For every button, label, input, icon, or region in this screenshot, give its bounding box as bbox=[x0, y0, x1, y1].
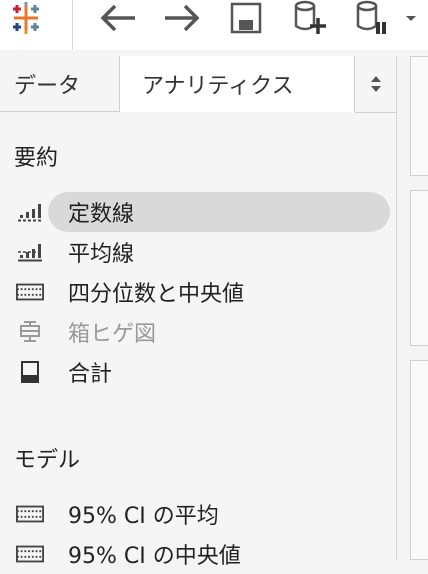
average-line-icon bbox=[16, 240, 44, 264]
tab-analytics[interactable]: アナリティクス bbox=[119, 56, 355, 112]
tab-dropdown-button[interactable] bbox=[355, 56, 396, 113]
totals-icon bbox=[16, 360, 44, 384]
tab-analytics-label: アナリティクス bbox=[142, 74, 294, 99]
toolbar-divider bbox=[72, 0, 73, 50]
up-down-arrow-icon bbox=[370, 76, 381, 92]
tableau-logo-icon[interactable] bbox=[6, 0, 46, 36]
toolbar bbox=[0, 0, 428, 50]
save-icon[interactable] bbox=[226, 0, 266, 36]
analytics-pane: データ アナリティクス 要約 定数線 平均線 四分位数と中央値 箱ヒゲ図 合計 … bbox=[0, 56, 397, 569]
summary-section-title: 要約 bbox=[14, 146, 59, 171]
distribution-band-icon bbox=[16, 542, 44, 566]
pause-data-source-icon[interactable] bbox=[350, 0, 394, 36]
distribution-band-icon bbox=[16, 502, 44, 526]
new-data-source-icon[interactable] bbox=[288, 0, 332, 36]
dropdown-arrow-icon[interactable] bbox=[400, 0, 422, 36]
shelf-card-3[interactable] bbox=[410, 360, 428, 560]
constant-line-icon bbox=[16, 200, 44, 224]
summary-item-box-plot[interactable]: 箱ヒゲ図 bbox=[48, 312, 156, 352]
distribution-band-icon bbox=[16, 280, 44, 304]
summary-item-label: 平均線 bbox=[68, 242, 135, 267]
forward-arrow-icon[interactable] bbox=[160, 0, 204, 36]
summary-item-label: 定数線 bbox=[68, 202, 135, 227]
box-plot-icon bbox=[16, 320, 44, 344]
summary-item-label: 四分位数と中央値 bbox=[68, 282, 245, 307]
shelf-card-1[interactable] bbox=[410, 56, 428, 176]
model-section-title: モデル bbox=[14, 448, 81, 473]
summary-item-quartile-median[interactable]: 四分位数と中央値 bbox=[48, 272, 244, 312]
model-item-label: 95% CI の中央値 bbox=[68, 544, 241, 569]
model-item-ci-mean[interactable]: 95% CI の平均 bbox=[48, 494, 219, 534]
summary-item-label: 合計 bbox=[68, 362, 113, 387]
tab-data-label: データ bbox=[14, 73, 81, 99]
tab-data[interactable]: データ bbox=[0, 56, 119, 112]
summary-item-average-line[interactable]: 平均線 bbox=[48, 232, 134, 272]
summary-item-totals[interactable]: 合計 bbox=[48, 352, 112, 392]
pane-tabs: データ アナリティクス bbox=[0, 56, 396, 113]
model-item-label: 95% CI の平均 bbox=[68, 504, 219, 529]
model-item-ci-median[interactable]: 95% CI の中央値 bbox=[48, 534, 241, 574]
summary-item-label: 箱ヒゲ図 bbox=[68, 322, 157, 347]
shelf-card-2[interactable] bbox=[410, 190, 428, 346]
back-arrow-icon[interactable] bbox=[96, 0, 140, 36]
summary-item-constant-line[interactable]: 定数線 bbox=[48, 192, 390, 232]
